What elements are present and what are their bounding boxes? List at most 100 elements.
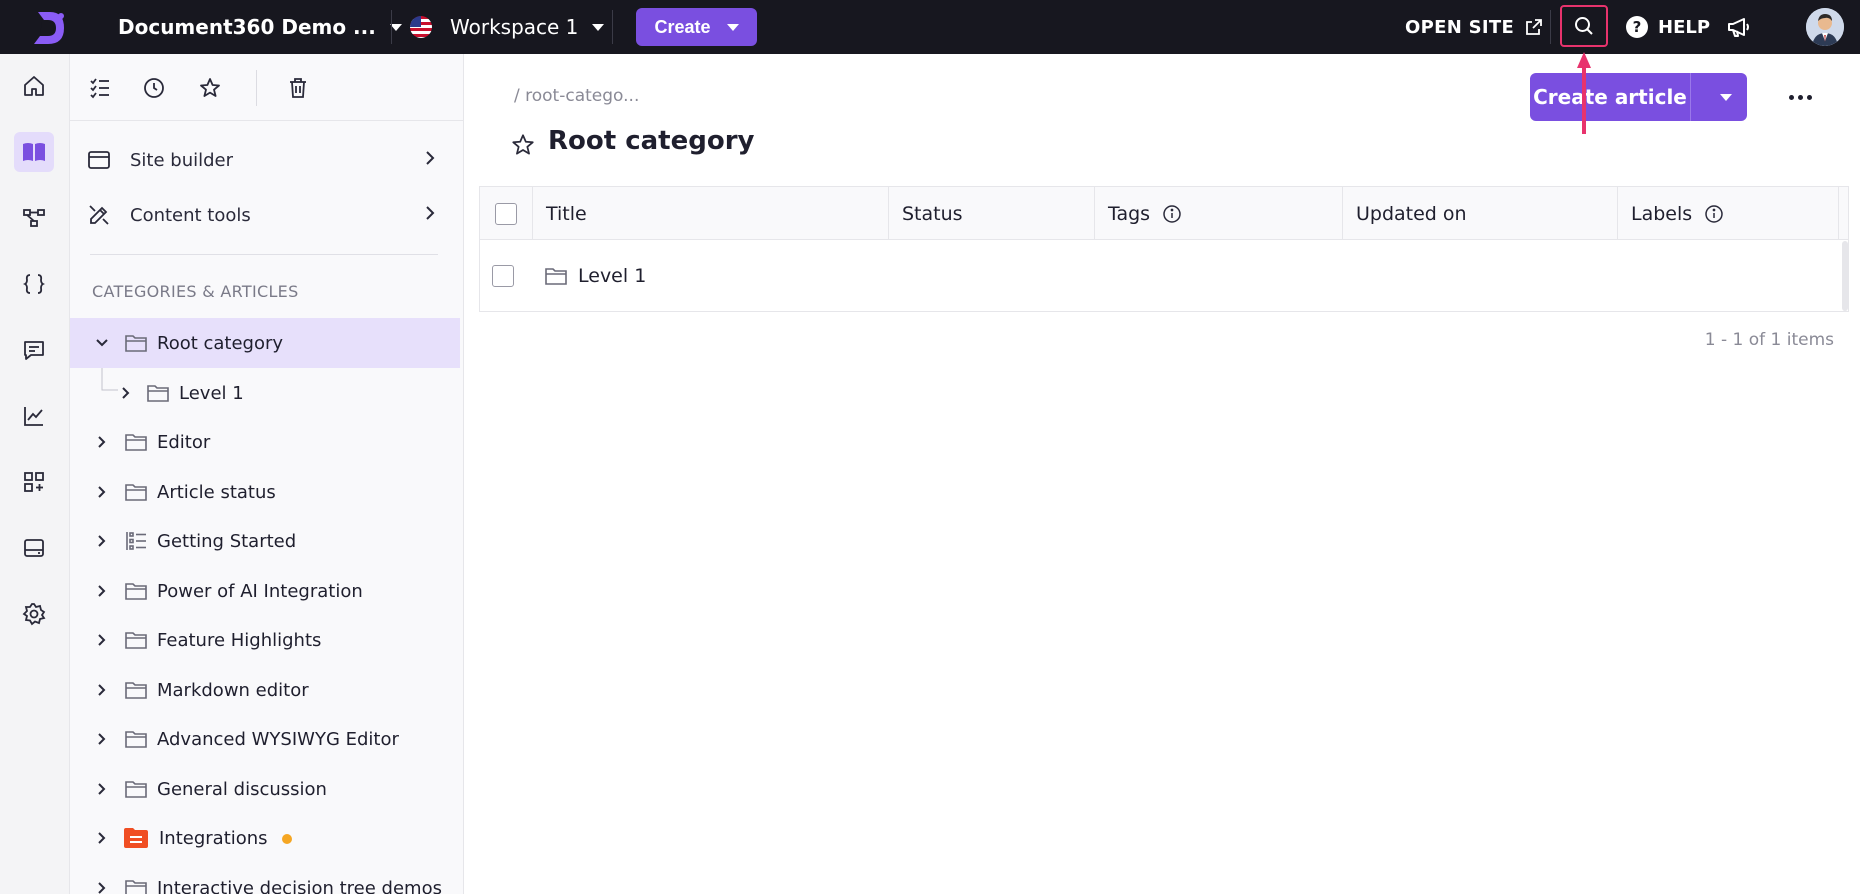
column-updated-on[interactable]: Updated on — [1343, 187, 1618, 240]
column-label: Updated on — [1356, 202, 1467, 225]
tree-item-label: General discussion — [157, 778, 327, 800]
arrow-up-icon — [1577, 52, 1591, 134]
checklist-icon[interactable] — [86, 74, 114, 102]
search-icon — [1575, 17, 1593, 35]
info-icon[interactable] — [1162, 204, 1182, 224]
tree-item-feature-highlights[interactable]: Feature Highlights — [70, 615, 460, 665]
tree-item-general-discussion[interactable]: General discussion — [70, 764, 460, 814]
column-label: Title — [546, 202, 587, 225]
chevron-down-icon — [726, 23, 739, 31]
tree-item-getting-started[interactable]: Getting Started — [70, 516, 460, 566]
folder-icon — [146, 383, 170, 403]
tree-item-root-category[interactable]: Root category — [70, 318, 460, 368]
tree-item-editor[interactable]: Editor — [70, 417, 460, 467]
tree-item-advanced-wysiwyg[interactable]: Advanced WYSIWYG Editor — [70, 714, 460, 764]
divider — [90, 254, 438, 255]
folder-icon — [124, 581, 148, 601]
folder-icon — [544, 266, 568, 290]
tree-item-label: Power of AI Integration — [157, 580, 363, 602]
star-icon[interactable] — [510, 132, 536, 162]
chevron-right-icon[interactable] — [118, 385, 134, 401]
page-category-icon — [123, 827, 149, 849]
help-button[interactable]: ? HELP — [1626, 14, 1710, 40]
feedback-icon[interactable] — [14, 330, 54, 370]
scrollbar[interactable] — [1842, 241, 1848, 311]
home-icon[interactable] — [14, 66, 54, 106]
column-status[interactable]: Status — [889, 187, 1095, 240]
chevron-right-icon[interactable] — [94, 682, 110, 698]
help-label: HELP — [1658, 16, 1711, 38]
chevron-right-icon — [424, 204, 436, 227]
recent-icon[interactable] — [140, 74, 168, 102]
logo-icon[interactable] — [30, 8, 70, 48]
tree-item-interactive-decision-tree[interactable]: Interactive decision tree demos — [70, 863, 460, 894]
project-selector[interactable]: Document360 Demo ... — [118, 14, 402, 40]
tree-item-label: Editor — [157, 431, 211, 453]
folder-icon — [124, 333, 148, 353]
info-icon[interactable] — [1704, 204, 1724, 224]
row-title[interactable]: Level 1 — [578, 265, 646, 287]
chevron-right-icon[interactable] — [94, 533, 110, 549]
chevron-right-icon[interactable] — [94, 880, 110, 894]
analytics-icon[interactable] — [14, 396, 54, 436]
tree-item-label: Advanced WYSIWYG Editor — [157, 728, 399, 750]
tree-item-level-1[interactable]: Level 1 — [70, 368, 460, 418]
table-row[interactable]: Level 1 — [480, 240, 1848, 311]
tree-item-markdown-editor[interactable]: Markdown editor — [70, 665, 460, 715]
chevron-right-icon[interactable] — [94, 781, 110, 797]
select-all-cell — [480, 187, 533, 240]
row-checkbox[interactable] — [492, 264, 514, 287]
divider — [1550, 10, 1551, 44]
articles-table: Title Status Tags Updated on Labels Leve — [479, 186, 1849, 312]
tree-item-label-wrap: Integrations — [159, 828, 292, 849]
tree-item-label: Interactive decision tree demos — [157, 877, 442, 894]
tree-item-power-of-ai[interactable]: Power of AI Integration — [70, 566, 460, 616]
tree-item-integrations[interactable]: Integrations — [70, 813, 460, 863]
chevron-down-icon[interactable] — [94, 335, 110, 351]
select-all-checkbox[interactable] — [495, 202, 517, 225]
api-icon[interactable] — [14, 264, 54, 304]
section-heading: CATEGORIES & ARTICLES — [92, 282, 299, 301]
tree-item-label: Level 1 — [179, 382, 244, 404]
external-link-icon — [1526, 19, 1542, 35]
megaphone-icon[interactable] — [1726, 14, 1752, 44]
apps-icon[interactable] — [14, 462, 54, 502]
column-labels[interactable]: Labels — [1618, 187, 1839, 240]
column-label: Tags — [1108, 202, 1151, 225]
tree-item-article-status[interactable]: Article status — [70, 467, 460, 517]
icon-rail — [0, 54, 70, 894]
folder-icon — [124, 878, 148, 894]
chevron-right-icon[interactable] — [94, 484, 110, 500]
star-icon[interactable] — [196, 74, 224, 102]
create-button[interactable]: Create — [636, 8, 757, 46]
open-site-link[interactable]: OPEN SITE — [1405, 14, 1544, 40]
tree-item-label: Article status — [157, 481, 276, 503]
create-article-button[interactable]: Create article — [1530, 73, 1747, 121]
chevron-right-icon[interactable] — [94, 731, 110, 747]
more-options-icon[interactable] — [1780, 82, 1820, 112]
search-button[interactable] — [1560, 5, 1608, 47]
settings-icon[interactable] — [14, 594, 54, 634]
workspace-selector[interactable]: Workspace 1 — [410, 14, 605, 40]
avatar[interactable] — [1806, 8, 1844, 46]
open-site-label: OPEN SITE — [1405, 16, 1515, 38]
column-tags[interactable]: Tags — [1095, 187, 1343, 240]
chevron-right-icon[interactable] — [94, 830, 110, 846]
widgets-icon[interactable] — [14, 528, 54, 568]
column-title[interactable]: Title — [533, 187, 889, 240]
content-tools-link[interactable]: Content tools — [86, 195, 446, 235]
site-builder-link[interactable]: Site builder — [86, 140, 446, 180]
chevron-down-icon[interactable] — [1691, 93, 1747, 101]
sidebar: Site builder Content tools CATEGORIES & … — [70, 54, 464, 894]
create-label: Create — [654, 16, 711, 37]
trash-icon[interactable] — [284, 74, 312, 102]
chevron-right-icon[interactable] — [94, 583, 110, 599]
knowledge-base-icon[interactable] — [14, 132, 54, 172]
breadcrumb[interactable]: / root-catego... — [514, 86, 639, 106]
chevron-right-icon[interactable] — [94, 434, 110, 450]
workflow-icon[interactable] — [14, 198, 54, 238]
chevron-right-icon[interactable] — [94, 632, 110, 648]
divider — [256, 70, 257, 106]
folder-icon — [124, 779, 148, 799]
folder-icon — [124, 482, 148, 502]
